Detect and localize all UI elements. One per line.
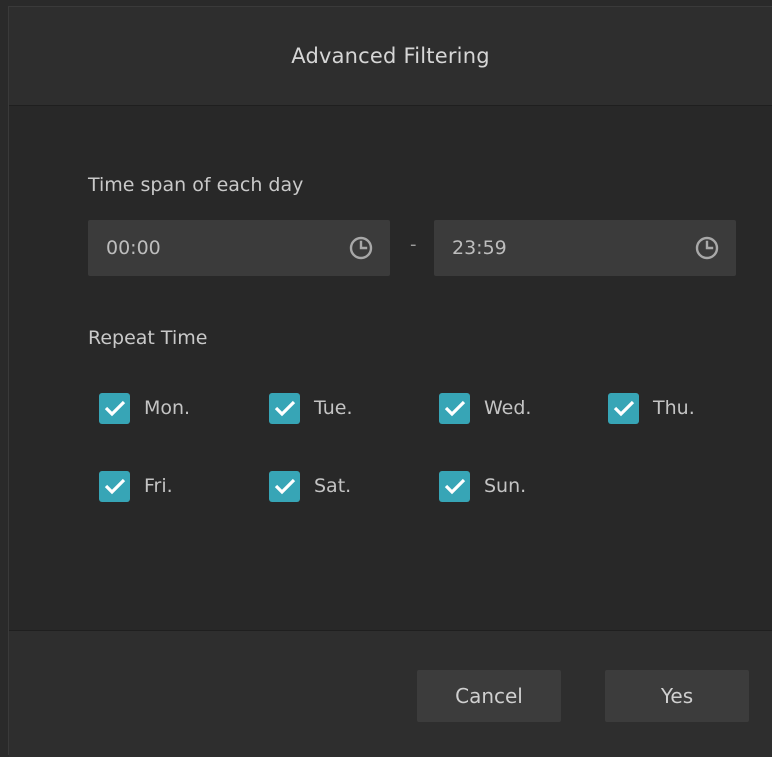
checkbox-label: Fri. <box>144 475 173 497</box>
checkbox-checked[interactable] <box>269 392 300 424</box>
repeat-time-label: Repeat Time <box>88 327 208 349</box>
checkbox-checked[interactable] <box>99 470 130 502</box>
checkbox-label: Sun. <box>484 475 527 497</box>
start-time-field[interactable]: 00:00 <box>88 220 390 276</box>
check-icon <box>444 400 465 417</box>
checkbox-label: Wed. <box>484 397 532 419</box>
check-icon <box>444 478 465 495</box>
checkbox-wednesday[interactable]: Wed. <box>439 391 531 425</box>
dialog-footer: Cancel Yes <box>9 630 772 757</box>
check-icon <box>104 400 125 417</box>
yes-button[interactable]: Yes <box>605 670 749 722</box>
dialog-title: Advanced Filtering <box>291 44 490 68</box>
checkbox-tuesday[interactable]: Tue. <box>269 391 353 425</box>
checkbox-saturday[interactable]: Sat. <box>269 469 351 503</box>
checkbox-label: Thu. <box>653 397 695 419</box>
checkbox-sunday[interactable]: Sun. <box>439 469 526 503</box>
dialog-body: Time span of each day 00:00 - 23:59 Repe… <box>9 106 772 630</box>
time-separator: - <box>410 234 417 255</box>
checkbox-monday[interactable]: Mon. <box>99 391 190 425</box>
dialog-header: Advanced Filtering <box>9 7 772 106</box>
time-span-label: Time span of each day <box>88 174 304 196</box>
checkbox-label: Tue. <box>314 397 353 419</box>
checkbox-checked[interactable] <box>269 470 300 502</box>
end-time-value: 23:59 <box>452 237 507 259</box>
end-time-field[interactable]: 23:59 <box>434 220 736 276</box>
checkbox-label: Mon. <box>144 397 191 419</box>
checkbox-checked[interactable] <box>439 470 470 502</box>
clock-icon[interactable] <box>348 235 374 261</box>
checkbox-checked[interactable] <box>99 392 130 424</box>
check-icon <box>274 478 295 495</box>
advanced-filtering-dialog: Advanced Filtering Time span of each day… <box>8 6 772 757</box>
check-icon <box>613 400 634 417</box>
check-icon <box>274 400 295 417</box>
start-time-value: 00:00 <box>106 237 161 259</box>
checkbox-label: Sat. <box>314 475 352 497</box>
checkbox-friday[interactable]: Fri. <box>99 469 173 503</box>
cancel-button[interactable]: Cancel <box>417 670 561 722</box>
checkbox-checked[interactable] <box>608 392 639 424</box>
checkbox-checked[interactable] <box>439 392 470 424</box>
checkbox-thursday[interactable]: Thu. <box>608 391 695 425</box>
check-icon <box>104 478 125 495</box>
clock-icon[interactable] <box>694 235 720 261</box>
